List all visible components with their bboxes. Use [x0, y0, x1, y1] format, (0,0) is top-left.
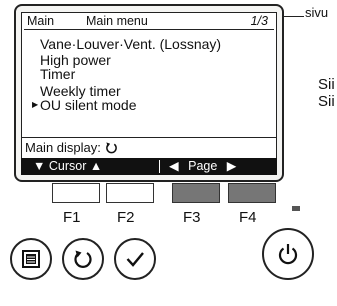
screen-header: Main Main menu 1/3: [24, 13, 274, 30]
callout-line: [284, 16, 304, 17]
cursor-nav: ▼ Cursor ▲: [33, 158, 102, 175]
check-icon: [126, 252, 144, 267]
f4-button[interactable]: [228, 183, 276, 203]
return-small-icon: [105, 142, 117, 154]
lcd-display: Main Main menu 1/3 Vane·Louver·Vent. (Lo…: [21, 12, 277, 175]
f4-label: F4: [239, 209, 257, 226]
main-display-label: Main display:: [25, 140, 101, 155]
page-nav: ◀ Page ▶: [169, 158, 236, 175]
page-label: Page: [188, 159, 218, 173]
menu-item-timer[interactable]: Timer: [40, 67, 221, 81]
menu-item-ou-silent-mode[interactable]: ▶ OU silent mode: [32, 96, 221, 113]
main-display-setting: Main display:: [25, 141, 118, 155]
confirm-button[interactable]: [114, 238, 156, 280]
separator-line: [22, 137, 276, 138]
page-indicator: 1/3: [250, 14, 268, 28]
side-text: Sii: [318, 76, 335, 93]
side-text: Sii: [318, 93, 335, 110]
page-callout: sivu: [305, 5, 329, 20]
lcd-screen: Main Main menu 1/3 Vane·Louver·Vent. (Lo…: [14, 4, 284, 182]
f1-button[interactable]: [52, 183, 100, 203]
menu-item-weekly-timer[interactable]: Weekly timer: [40, 84, 221, 98]
page-right-icon: ▶: [226, 159, 237, 173]
header-mode: Main: [27, 14, 55, 28]
menu-list: Vane·Louver·Vent. (Lossnay) High power T…: [32, 33, 221, 113]
cursor-down-icon: ▼: [33, 159, 46, 173]
menu-item-high-power[interactable]: High power: [40, 53, 221, 67]
page-left-icon: ◀: [169, 159, 179, 173]
f2-button[interactable]: [106, 183, 154, 203]
return-button[interactable]: [62, 238, 104, 280]
power-icon: [278, 244, 298, 265]
return-icon: [74, 250, 92, 268]
f3-button[interactable]: [172, 183, 220, 203]
cursor-up-icon: ▲: [89, 159, 103, 173]
menu-item-vane-louver-vent[interactable]: Vane·Louver·Vent. (Lossnay): [40, 35, 221, 53]
f1-label: F1: [63, 209, 81, 226]
selection-cursor-icon: ▶: [32, 99, 39, 109]
power-button[interactable]: [262, 228, 314, 280]
f3-label: F3: [183, 209, 201, 226]
cursor-label: Cursor: [48, 159, 87, 173]
operation-lamp: [292, 206, 300, 211]
menu-icon: [22, 250, 40, 268]
menu-button[interactable]: [10, 238, 52, 280]
bar-divider: [159, 160, 160, 173]
header-title: Main menu: [86, 14, 148, 28]
f2-label: F2: [117, 209, 135, 226]
menu-item-label: OU silent mode: [40, 96, 137, 113]
function-bar: ▼ Cursor ▲ ◀ Page ▶: [21, 158, 277, 175]
